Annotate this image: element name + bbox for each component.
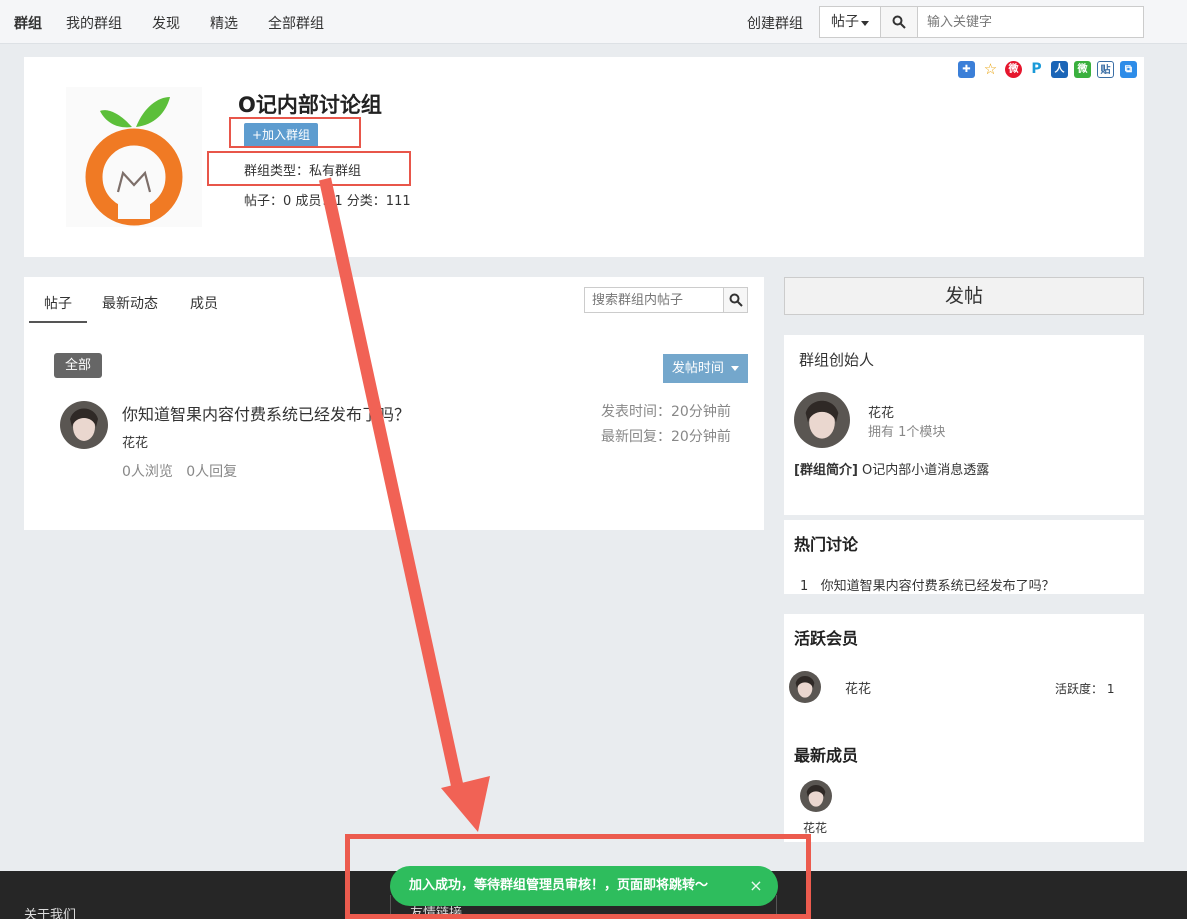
- join-button-highlight-box: [229, 117, 361, 148]
- post-author-avatar[interactable]: [60, 401, 108, 449]
- newest-member-avatar[interactable]: [800, 780, 832, 812]
- avatar-image: [794, 392, 850, 448]
- toast-highlight-box: [345, 834, 811, 919]
- founder-heading: 群组创始人: [799, 351, 875, 369]
- founder-avatar[interactable]: [794, 392, 850, 448]
- sort-button-label: 发帖时间: [671, 361, 724, 376]
- nav-item-featured[interactable]: 精选: [210, 13, 238, 33]
- hot-discussion-item[interactable]: 1 你知道智果内容付费系统已经发布了吗？: [800, 575, 1055, 594]
- active-member-name[interactable]: 花花: [845, 678, 871, 697]
- sort-by-time-button[interactable]: 发帖时间: [663, 354, 748, 383]
- search-type-select[interactable]: 帖子: [819, 6, 881, 38]
- avatar-image: [800, 780, 832, 812]
- share-weibo-icon[interactable]: 微: [1005, 61, 1022, 78]
- tab-posts[interactable]: 帖子: [44, 293, 72, 313]
- share-copy-icon[interactable]: ⧉: [1120, 61, 1137, 78]
- founder-name[interactable]: 花花: [868, 402, 894, 421]
- active-member-score: 活跃度： 1: [1055, 682, 1115, 696]
- active-members-heading: 活跃会员: [794, 629, 859, 648]
- group-post-search-button[interactable]: [723, 287, 748, 313]
- footer-about-link[interactable]: 关于我们: [24, 904, 76, 919]
- group-stats-text: 帖子：0 成员：1 分类：111: [244, 194, 411, 209]
- post-author-name[interactable]: 花花: [122, 432, 148, 451]
- group-type-text: 群组类型：私有群组: [244, 164, 362, 179]
- group-intro-text: O记内部小道消息透露: [857, 463, 990, 478]
- share-star-icon[interactable]: ☆: [982, 61, 999, 78]
- caret-down-icon: [731, 366, 740, 371]
- filter-all-badge[interactable]: 全部: [54, 353, 102, 378]
- search-icon: [892, 15, 906, 29]
- share-wechat-icon[interactable]: 微: [1074, 61, 1091, 78]
- post-published-time: 发表时间：20分钟前: [601, 404, 731, 420]
- post-title-link[interactable]: 你知道智果内容付费系统已经发布了吗？: [122, 401, 410, 425]
- share-p-icon[interactable]: P: [1028, 61, 1045, 78]
- nav-item-my-groups[interactable]: 我的群组: [66, 13, 122, 33]
- group-title: O记内部讨论组: [238, 93, 382, 117]
- tab-members[interactable]: 成员: [190, 293, 218, 313]
- share-tieba-icon[interactable]: 贴: [1097, 61, 1114, 78]
- active-tab-underline: [29, 321, 87, 323]
- hot-discussions-heading: 热门讨论: [794, 535, 859, 554]
- tab-latest-activity[interactable]: 最新动态: [102, 293, 158, 313]
- search-icon: [729, 293, 743, 307]
- share-renren-icon[interactable]: 人: [1051, 61, 1068, 78]
- search-type-label: 帖子: [831, 14, 859, 30]
- group-post-search-input[interactable]: [584, 287, 724, 313]
- newest-members-heading: 最新成员: [794, 746, 859, 765]
- post-last-reply-time: 最新回复：20分钟前: [601, 429, 731, 445]
- nav-item-discover[interactable]: 发现: [152, 13, 180, 33]
- avatar-image: [789, 671, 821, 703]
- nav-item-all-groups[interactable]: 全部群组: [268, 13, 324, 33]
- active-member-avatar[interactable]: [789, 671, 821, 703]
- avatar-image: [60, 401, 108, 449]
- post-view-reply-stats: 0人浏览 0人回复: [122, 464, 238, 480]
- caret-down-icon: [861, 21, 869, 26]
- share-qzone-icon[interactable]: ✚: [958, 61, 975, 78]
- group-intro: [群组简介] O记内部小道消息透露: [794, 459, 989, 478]
- create-group-link[interactable]: 创建群组: [747, 13, 803, 33]
- group-logo: [66, 87, 202, 227]
- founder-module-count: 拥有 1个模块: [868, 425, 946, 440]
- new-post-button[interactable]: 发帖: [784, 277, 1144, 315]
- nav-brand[interactable]: 群组: [14, 13, 42, 33]
- search-button[interactable]: [880, 6, 918, 38]
- keyword-search-input[interactable]: [917, 6, 1144, 38]
- group-intro-label: [群组简介]: [794, 463, 858, 478]
